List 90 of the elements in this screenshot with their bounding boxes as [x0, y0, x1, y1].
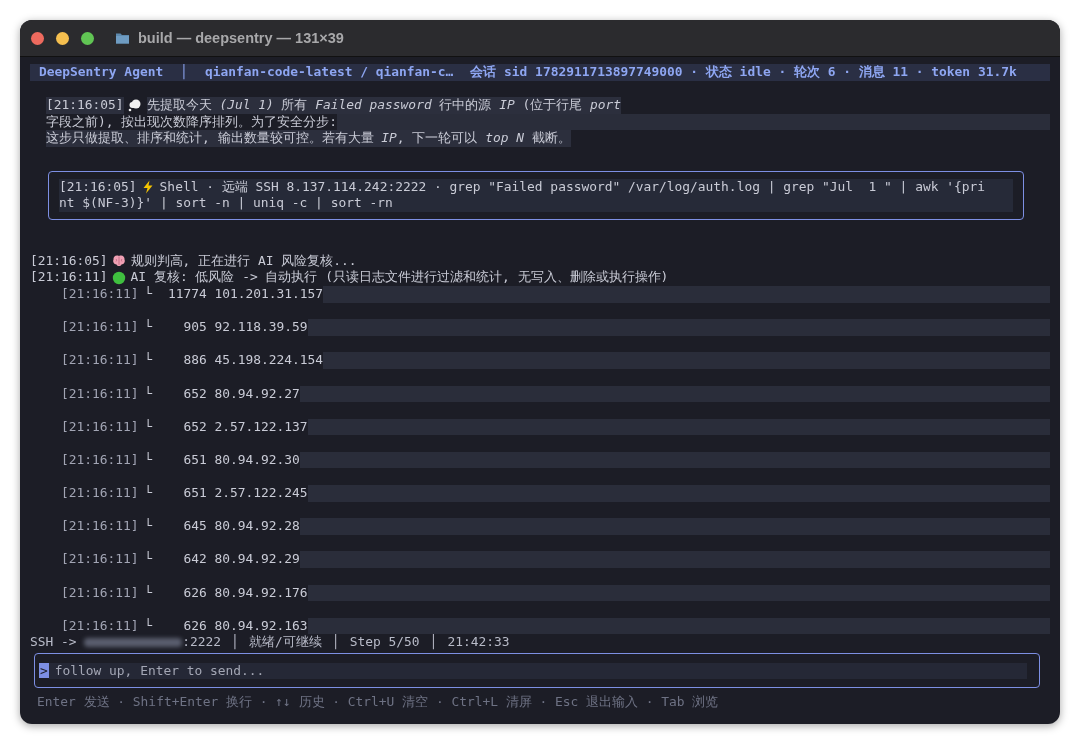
- session-info: 会话 sid 1782911713897749000 · 状态 idle · 轮次 6 · 消息 11 · token 31.7k: [470, 64, 1017, 81]
- timestamp: [21:16:11]: [30, 269, 108, 286]
- timestamp: [21:16:11]: [61, 319, 139, 336]
- folder-icon: [115, 31, 130, 45]
- timestamp: [21:16:11]: [61, 584, 139, 602]
- timestamp: [21:16:11]: [61, 518, 139, 535]
- tree-branch: └: [144, 285, 153, 303]
- separator-glyph: ·: [332, 694, 341, 711]
- separator-glyph: ·: [117, 694, 126, 711]
- hit-count: 651: [182, 485, 207, 502]
- message-text: 规则判高, 正在进行 AI 风险复核...: [130, 252, 357, 270]
- prompt-cursor: >: [39, 663, 49, 678]
- hit-count: 626: [182, 584, 207, 602]
- clock: 21:42:33: [447, 634, 510, 651]
- ip-address: 80.94.92.29: [214, 551, 300, 569]
- ip-address: 80.94.92.176: [214, 584, 308, 602]
- timestamp: [21:16:05]: [30, 252, 108, 270]
- ip-address: 2.57.122.137: [214, 418, 308, 436]
- hit-count: 905: [182, 319, 207, 336]
- tree-branch: └: [144, 485, 153, 502]
- timestamp: [21:16:11]: [61, 285, 139, 303]
- timestamp: [21:16:11]: [61, 617, 139, 635]
- timestamp: [21:16:11]: [61, 551, 139, 569]
- step-counter: Step 5/50: [349, 634, 420, 651]
- key-hint: Enter 发送: [37, 694, 110, 711]
- timestamp: [21:16:11]: [61, 385, 139, 403]
- separator-glyph: ·: [645, 694, 654, 711]
- ip-address: 101.201.31.157: [214, 285, 324, 303]
- separator-glyph: │: [231, 634, 239, 651]
- ssh-label: SSH ->: [30, 634, 77, 651]
- key-hint: ↑↓ 历史: [275, 694, 325, 711]
- tree-branch: └: [144, 352, 153, 369]
- hit-count: 651: [182, 451, 207, 469]
- status-dot-icon: [111, 270, 126, 285]
- separator-glyph: │: [331, 634, 340, 651]
- tree-branch: └: [144, 518, 153, 535]
- key-hint: Shift+Enter 换行: [132, 694, 252, 711]
- hit-count: 652: [182, 418, 207, 436]
- window-title: build — deepsentry — 131×39: [138, 30, 344, 46]
- brain-icon: [111, 254, 126, 269]
- command-text: Shell · 远端 SSH 8.137.114.242:2222 · grep "Failed password" /var/log/auth.log | grep "Jul 1 " | awk '{pri: [159, 178, 985, 196]
- ip-address: 80.94.92.27: [214, 385, 300, 403]
- separator-glyph: ·: [435, 694, 444, 711]
- key-hint: Tab 浏览: [661, 694, 719, 711]
- command-text: nt $(NF-3)}' | sort -n | uniq -c | sort -rn: [59, 195, 393, 212]
- status-state: 就绪/可继续: [249, 634, 322, 651]
- ip-address: 45.198.224.154: [214, 352, 324, 369]
- app-name: DeepSentry Agent: [39, 64, 164, 81]
- timestamp: [21:16:05]: [59, 178, 137, 196]
- message-text: 先提取今天 (Jul 1) 所有 Failed password 行中的源 IP (位于行尾 port: [146, 97, 622, 114]
- timestamp: [21:16:11]: [61, 352, 139, 369]
- ip-address: 80.94.92.30: [214, 451, 300, 469]
- tree-branch: └: [144, 418, 153, 436]
- ip-address: 80.94.92.163: [214, 617, 308, 634]
- ip-address: 2.57.122.245: [214, 485, 308, 502]
- timestamp: [21:16:11]: [61, 418, 139, 436]
- hit-count: 626: [182, 617, 207, 635]
- hit-count: 652: [182, 385, 207, 403]
- tree-branch: └: [144, 617, 153, 635]
- minimize-button[interactable]: [56, 31, 69, 45]
- key-hint: Ctrl+L 清屏: [451, 694, 532, 711]
- zoom-button[interactable]: [81, 31, 94, 45]
- key-hint: Esc 退出输入: [555, 694, 639, 711]
- separator-glyph: ·: [539, 694, 548, 711]
- input-field[interactable]: > follow up, Enter to send...: [34, 653, 1040, 688]
- ip-address: 92.118.39.59: [214, 319, 308, 336]
- message-text: 这步只做提取、排序和统计, 输出数量较可控。若有大量 IP, 下一轮可以 top N 截断。: [46, 130, 571, 147]
- tree-branch: └: [144, 319, 153, 336]
- message-text: AI 复核: 低风险 -> 自动执行 (只读日志文件进行过滤和统计, 无写入、删除或执行操作): [130, 269, 669, 286]
- timestamp: [21:16:11]: [61, 451, 139, 469]
- ssh-port: :2222: [182, 634, 222, 651]
- separator-glyph: │: [180, 64, 188, 81]
- key-hint: Ctrl+U 清空: [347, 694, 429, 711]
- timestamp: [21:16:11]: [61, 485, 139, 502]
- thought-bubble-icon: [127, 98, 142, 113]
- tree-branch: └: [144, 385, 153, 403]
- separator-glyph: │: [429, 634, 438, 651]
- close-button[interactable]: [31, 31, 44, 45]
- tree-branch: └: [144, 584, 153, 602]
- separator-glyph: ·: [259, 694, 268, 711]
- tree-branch: └: [144, 451, 153, 469]
- hit-count: 11774: [167, 285, 207, 303]
- model-name: qianfan-code-latest / qianfan-c…: [204, 64, 454, 81]
- hit-count: 642: [182, 551, 207, 569]
- message-text: 字段之前), 按出现次数降序排列。为了安全分步:: [46, 113, 338, 131]
- ip-address: 80.94.92.28: [214, 518, 300, 535]
- timestamp: [21:16:05]: [46, 97, 124, 114]
- tree-branch: └: [144, 551, 153, 569]
- hit-count: 645: [182, 518, 207, 535]
- hit-count: 886: [182, 352, 207, 369]
